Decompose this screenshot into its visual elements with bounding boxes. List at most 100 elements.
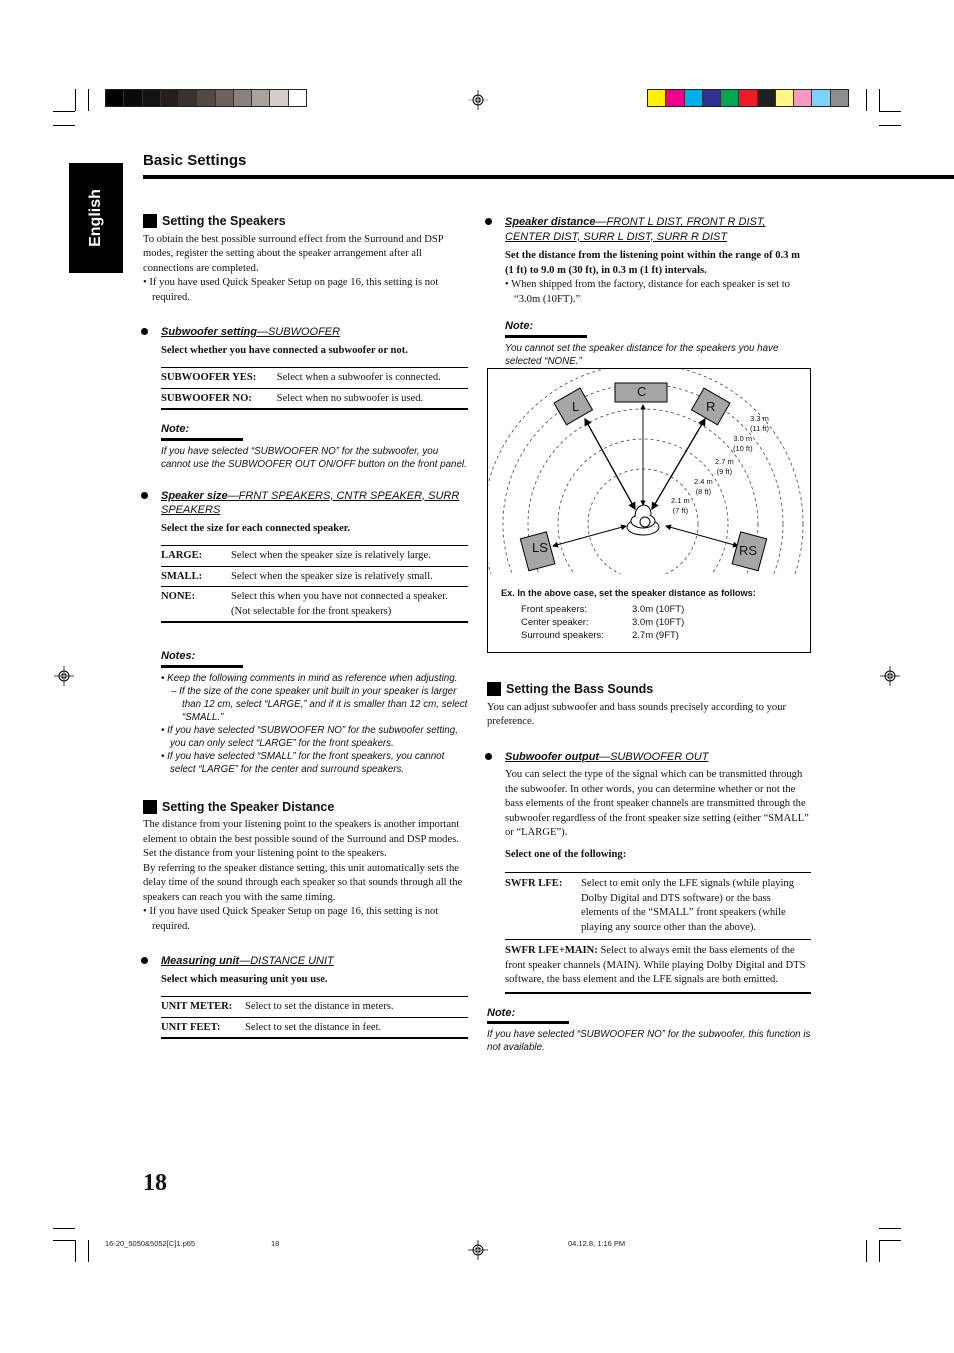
- section-heading-text: Setting the Speaker Distance: [162, 799, 335, 814]
- ring-label: 3.3 m (11 ft): [750, 414, 769, 434]
- color-swatch: [197, 90, 216, 106]
- example-row: Front speakers: 3.0m (10FT): [521, 603, 684, 616]
- table-row: LARGE: Select when the speaker size is re…: [161, 545, 468, 567]
- crop-mark: [879, 1228, 901, 1229]
- option-desc: Select when a subwoofer is connected.: [276, 367, 468, 389]
- crop-mark: [53, 1228, 75, 1229]
- crop-mark: [879, 111, 901, 112]
- note-heading: Note:: [161, 422, 243, 441]
- crop-mark: [53, 111, 75, 112]
- option-heading: Subwoofer setting—SUBWOOFER: [141, 325, 468, 340]
- crop-mark: [75, 89, 76, 111]
- example-title: Ex. In the above case, set the speaker d…: [501, 588, 756, 598]
- title-rule: [143, 175, 954, 179]
- note-block: Note: If you have selected “SUBWOOFER NO…: [487, 1006, 811, 1055]
- option-title: Speaker distance: [505, 216, 596, 228]
- example-row: Surround speakers: 2.7m (9FT): [521, 629, 684, 642]
- note-text: You cannot set the speaker distance for …: [505, 342, 779, 367]
- speaker-label-l: L: [572, 399, 580, 414]
- bullet-note: • When shipped from the factory, distanc…: [505, 279, 790, 305]
- option-key: NONE:: [161, 586, 231, 623]
- example-row: Center speaker: 3.0m (10FT): [521, 616, 684, 629]
- bullet-dot-icon: [485, 752, 492, 760]
- note-item-text: If you have selected “SUBWOOFER NO” for …: [167, 724, 458, 749]
- crop-mark: [866, 89, 867, 111]
- bass-section: Setting the Bass Sounds You can adjust s…: [485, 682, 811, 1055]
- language-tab: English: [69, 163, 123, 273]
- file-name: 16-20_5050&5052[C]1.p65: [105, 1239, 196, 1248]
- speaker-label-ls: LS: [532, 540, 548, 555]
- left-column: Setting the Speakers To obtain the best …: [141, 214, 468, 1039]
- intro-paragraph: To obtain the best possible surround eff…: [143, 233, 444, 274]
- color-swatch: [812, 90, 831, 106]
- page-number: 18: [143, 1170, 167, 1196]
- crop-mark: [879, 125, 901, 126]
- bullet-dot-icon: [141, 328, 148, 335]
- example-label: Center speaker:: [521, 617, 589, 628]
- ring-meters: 3.3 m: [750, 414, 769, 423]
- ring-meters: 2.7 m: [715, 457, 734, 466]
- section-heading-text: Setting the Speakers: [162, 214, 286, 228]
- ring-label: 3.0 m (10 ft): [733, 434, 753, 454]
- intro-paragraph: You can adjust subwoofer and bass sounds…: [487, 701, 787, 728]
- unit-options-table: UNIT METER: Select to set the distance in…: [161, 996, 468, 1039]
- note-heading: Note:: [487, 1006, 569, 1024]
- option-desc: Select when the speaker size is relative…: [231, 566, 468, 587]
- language-label: English: [87, 189, 104, 247]
- paragraph: You can select the type of the signal wh…: [505, 769, 809, 838]
- bullet-dot-icon: [141, 491, 148, 499]
- arrow-to-L: [584, 417, 636, 511]
- table-row: UNIT FEET: Select to set the distance in …: [161, 1017, 468, 1039]
- color-swatch: [288, 90, 306, 106]
- bullet-note: • If you have used Quick Speaker Setup o…: [143, 906, 439, 932]
- option-desc: Select this when you have not connected …: [231, 586, 468, 623]
- page-title: Basic Settings: [143, 152, 247, 169]
- bullet-dot-icon: [485, 218, 492, 225]
- instruction: Set the distance from the listening poin…: [505, 250, 800, 276]
- option-key: SUBWOOFER YES:: [161, 367, 277, 389]
- option-heading: Subwoofer output—SUBWOOFER OUT: [485, 750, 811, 765]
- subwoofer-output-block: Subwoofer output—SUBWOOFER OUT You can s…: [485, 750, 811, 994]
- example-table: Front speakers: 3.0m (10FT) Center speake…: [521, 603, 684, 642]
- ring-feet: (8 ft): [695, 487, 712, 496]
- subwoofer-setting-block: Subwoofer setting—SUBWOOFER Select wheth…: [141, 325, 468, 471]
- example-value: 2.7m (9FT): [632, 630, 679, 641]
- example-label: Surround speakers:: [521, 630, 604, 641]
- option-key: SMALL:: [161, 566, 231, 587]
- bullet-dot-icon: [141, 957, 148, 964]
- color-swatch: [794, 90, 813, 106]
- instruction: Select one of the following:: [505, 848, 627, 860]
- note-item: • If you have selected “SUBWOOFER NO” fo…: [161, 724, 458, 749]
- section-square-icon: [143, 214, 157, 229]
- option-key: SWFR LFE+MAIN:: [505, 945, 598, 956]
- crop-mark: [53, 125, 75, 126]
- color-swatch: [702, 90, 722, 106]
- color-swatch: [270, 90, 289, 106]
- option-title: Subwoofer setting: [161, 326, 257, 338]
- table-row: UNIT METER: Select to set the distance in…: [161, 996, 468, 1018]
- option-heading: Speaker distance—FRONT L DIST, FRONT R D…: [485, 215, 811, 244]
- option-key: SWFR LFE:: [505, 872, 581, 940]
- ring-label: 2.4 m (8 ft): [694, 477, 713, 497]
- color-swatch: [739, 90, 758, 106]
- ring-feet: (10 ft): [733, 444, 753, 453]
- speaker-distance-diagram: C L R LS RS 2.1 m (7 ft) 2.4 m (8 ft) 2.7 …: [487, 368, 811, 653]
- section-square-icon: [143, 799, 157, 814]
- speaker-label-r: R: [706, 399, 716, 414]
- option-heading: Speaker size—FRNT SPEAKERS, CNTR SPEAKER…: [141, 489, 468, 518]
- option-code: —DISTANCE UNIT: [239, 955, 334, 967]
- option-desc: Select when no subwoofer is used.: [276, 388, 468, 410]
- crop-mark: [866, 1240, 867, 1262]
- ring-meters: 3.0 m: [733, 434, 753, 443]
- notes-block: Notes: • Keep the following comments in …: [161, 649, 468, 776]
- section-heading: Setting the Bass Sounds: [487, 682, 811, 697]
- section-heading-text: Setting the Bass Sounds: [506, 682, 654, 696]
- note-heading: Note:: [505, 319, 587, 338]
- arrow-to-LS: [552, 524, 627, 548]
- section-heading: Setting the Speakers: [143, 214, 468, 229]
- color-swatch: [215, 90, 234, 106]
- speaker-label-c: C: [637, 384, 647, 399]
- note-subitem: – If the size of the cone speaker unit b…: [171, 685, 468, 723]
- note-item: • If you have selected “SMALL” for the f…: [161, 750, 445, 775]
- option-title: Subwoofer output: [505, 750, 600, 763]
